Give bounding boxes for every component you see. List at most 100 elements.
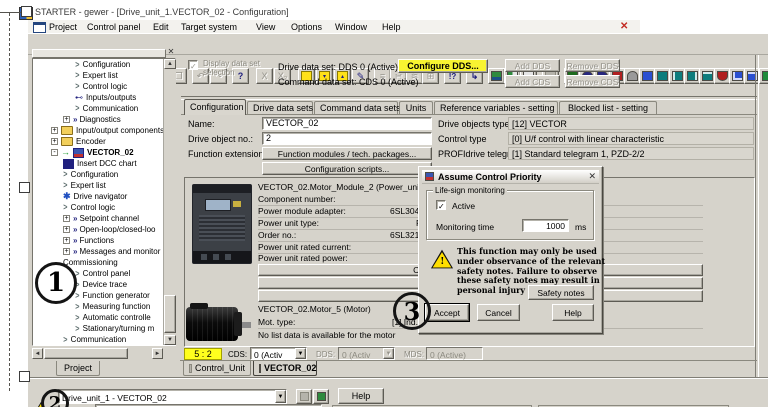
menu-help[interactable]: Help bbox=[382, 22, 401, 32]
tree-item[interactable]: +»Open-loop/closed-loo bbox=[33, 224, 175, 235]
expand-icon[interactable]: + bbox=[51, 138, 58, 145]
menu-window[interactable]: Window bbox=[335, 22, 367, 32]
display-data-set-checkbox[interactable]: ✓ bbox=[188, 60, 198, 70]
annotation-circle-3: 3 bbox=[393, 292, 431, 330]
dds-combobox[interactable]: 0 (Activ▼ bbox=[338, 347, 395, 360]
tree-item[interactable]: >Communication bbox=[33, 103, 175, 114]
collapse-icon[interactable]: - bbox=[51, 149, 58, 156]
display-values-button[interactable] bbox=[296, 389, 312, 404]
tree-item[interactable]: >Expert list bbox=[33, 70, 175, 81]
drive-unit-combobox[interactable]: Drive_unit_1 - VECTOR_02 ▼ bbox=[58, 389, 287, 404]
assume-control-button[interactable] bbox=[313, 389, 329, 404]
expand-icon[interactable]: + bbox=[63, 215, 70, 222]
tab-drive-data-sets[interactable]: Drive data sets bbox=[247, 101, 313, 114]
expand-icon[interactable]: + bbox=[51, 127, 58, 134]
expand-icon[interactable]: + bbox=[63, 226, 70, 233]
expand-icon[interactable]: + bbox=[63, 237, 70, 244]
tab-blocked-list[interactable]: Blocked list - setting bbox=[559, 101, 657, 114]
chevrons-icon: » bbox=[73, 224, 76, 235]
scroll-left-icon[interactable]: ◄ bbox=[32, 348, 43, 359]
dialog-title: Assume Control Priority bbox=[438, 172, 542, 182]
online-1-icon[interactable] bbox=[488, 68, 505, 84]
control-type-value: [0] U/f control with linear characterist… bbox=[508, 132, 754, 145]
scroll-down-icon[interactable]: ▼ bbox=[164, 335, 176, 345]
add-dds-button[interactable]: Add DDS bbox=[505, 59, 560, 72]
tree-item[interactable]: >Expert list bbox=[33, 180, 175, 191]
tree-item-vector02[interactable]: -→VECTOR_02 bbox=[33, 147, 175, 158]
power-unit-title: VECTOR_02.Motor_Module_2 (Power_unit) bbox=[258, 182, 424, 192]
tree-item[interactable]: >Control logic bbox=[33, 202, 175, 213]
scroll-up-icon[interactable]: ▲ bbox=[164, 59, 176, 69]
remove-dds-button[interactable]: Remove DDS bbox=[565, 59, 620, 72]
menu-view[interactable]: View bbox=[256, 22, 275, 32]
help-button[interactable]: Help bbox=[552, 304, 594, 321]
cds-label: CDS: bbox=[228, 350, 247, 359]
tree-item[interactable]: >Control logic bbox=[33, 81, 175, 92]
menu-target-system[interactable]: Target system bbox=[181, 22, 237, 32]
safety-notes-button[interactable]: Safety notes bbox=[528, 285, 594, 300]
active-checkbox[interactable]: ✓ bbox=[436, 200, 446, 210]
tab-vector02[interactable]: VECTOR_02 bbox=[253, 361, 317, 376]
run-icon[interactable] bbox=[759, 68, 768, 84]
tree-horizontal-scrollbar[interactable]: ◄ ► bbox=[32, 348, 163, 359]
tree-item[interactable]: >Automatic controlle bbox=[33, 312, 175, 323]
name-input[interactable]: VECTOR_02 bbox=[262, 117, 432, 130]
scroll-thumb[interactable] bbox=[44, 348, 128, 359]
control-type-label: Control type bbox=[438, 134, 487, 144]
tree-item[interactable]: +»Setpoint channel bbox=[33, 213, 175, 224]
monitoring-time-input[interactable]: 1000 bbox=[522, 219, 569, 232]
configuration-scripts-button[interactable]: Configuration scripts... bbox=[262, 162, 432, 175]
close-icon[interactable]: ✕ bbox=[588, 171, 596, 182]
remove-cds-button[interactable]: Remove CDS bbox=[565, 75, 620, 88]
scroll-right-icon[interactable]: ► bbox=[152, 348, 163, 359]
menu-edit[interactable]: Edit bbox=[153, 22, 169, 32]
configure-dds-button[interactable]: Configure DDS... bbox=[398, 59, 488, 73]
menu-options[interactable]: Options bbox=[291, 22, 322, 32]
menu-project[interactable]: Project bbox=[49, 22, 77, 32]
arrow-icon: > bbox=[75, 80, 79, 92]
tree-item[interactable]: +»Diagnostics bbox=[33, 114, 175, 125]
panel-help-button[interactable]: Help bbox=[338, 388, 384, 404]
tree-item[interactable]: >Stationary/turning m bbox=[33, 323, 175, 334]
tab-reference-variables[interactable]: Reference variables - setting bbox=[434, 101, 558, 114]
tree-item[interactable]: >Communication bbox=[33, 334, 175, 345]
control-unit-icon bbox=[189, 364, 192, 373]
tab-units[interactable]: Units bbox=[399, 101, 433, 114]
arrow-icon: > bbox=[75, 322, 79, 334]
tree-item[interactable]: >Configuration bbox=[33, 169, 175, 180]
tree-item[interactable]: +»Functions bbox=[33, 235, 175, 246]
drive-object-icon bbox=[73, 148, 84, 158]
arrow-icon: > bbox=[63, 201, 67, 213]
tree-vertical-scrollbar[interactable]: ▲ ▼ bbox=[163, 59, 176, 345]
tab-control-unit[interactable]: Control_Unit bbox=[183, 361, 251, 376]
dialog-title-bar[interactable]: Assume Control Priority ✕ bbox=[422, 170, 599, 184]
tree-panel-grip[interactable] bbox=[32, 49, 166, 58]
expand-icon[interactable]: + bbox=[63, 248, 70, 255]
menu-control-panel[interactable]: Control panel bbox=[87, 22, 141, 32]
tab-project[interactable]: Project bbox=[56, 361, 100, 376]
drive-object-no-input[interactable]: 2 bbox=[262, 132, 432, 145]
tree-item[interactable]: ⊷Inputs/outputs bbox=[33, 92, 175, 103]
tab-command-data-sets[interactable]: Command data sets bbox=[314, 101, 398, 114]
tree-item[interactable]: +Input/output components bbox=[33, 125, 175, 136]
tree-item[interactable]: Insert DCC chart bbox=[33, 158, 175, 169]
add-cds-button[interactable]: Add CDS bbox=[505, 75, 560, 88]
scroll-thumb[interactable] bbox=[164, 295, 176, 333]
mdi-close-icon[interactable]: ✕ bbox=[620, 21, 628, 32]
cds-combobox[interactable]: 0 (Activ▼ bbox=[250, 347, 307, 360]
drive-objects-type-value: [12] VECTOR bbox=[508, 117, 754, 130]
mdi-child-icon[interactable] bbox=[33, 22, 46, 33]
tree-panel-close-icon[interactable]: ✕ bbox=[166, 47, 176, 57]
tab-configuration[interactable]: Configuration bbox=[184, 99, 246, 115]
tree-item[interactable]: +»Messages and monitor bbox=[33, 246, 175, 257]
chevron-down-icon[interactable]: ▼ bbox=[295, 348, 306, 359]
expand-icon[interactable]: + bbox=[63, 116, 70, 123]
control-priority-icon bbox=[317, 392, 326, 401]
cancel-button[interactable]: Cancel bbox=[477, 304, 520, 321]
accept-button[interactable]: Accept bbox=[425, 304, 469, 321]
tree-item[interactable]: +Encoder bbox=[33, 136, 175, 147]
tree-item[interactable]: >Configuration bbox=[33, 59, 175, 70]
function-modules-button[interactable]: Function modules / tech. packages... bbox=[262, 147, 432, 160]
tree-item[interactable]: ✱Drive navigator bbox=[33, 191, 175, 202]
chevron-down-icon[interactable]: ▼ bbox=[275, 390, 286, 403]
